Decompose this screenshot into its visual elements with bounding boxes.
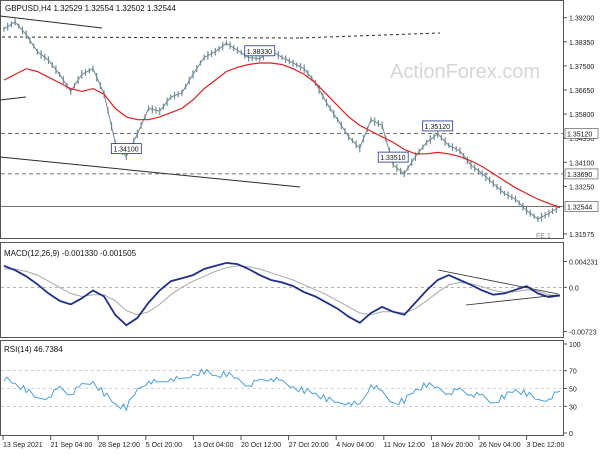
x-label-2: 28 Sep 12:00	[98, 442, 140, 449]
rsi-ytick-2: 50	[569, 387, 577, 394]
x-label-9: 18 Nov 20:00	[431, 442, 473, 449]
x-label-1: 21 Sep 04:00	[51, 442, 93, 449]
x-label-3: 5 Oct 20:00	[146, 442, 182, 449]
price-ytick-0: 1.39200	[569, 16, 594, 23]
price-ytick-6: 1.34100	[569, 160, 594, 167]
price-title: GBPUSD,H4 1.32529 1.32554 1.32502 1.3254…	[5, 4, 176, 13]
fe-annotation: FE 1	[536, 233, 551, 240]
rsi-ytick-4: 0	[569, 431, 573, 438]
x-label-0: 13 Sep 2021	[3, 442, 43, 449]
chart-window: ActionForex.com GBPUSD,H4 1.32529 1.3255…	[0, 0, 600, 450]
price-ytick-1: 1.38350	[569, 40, 594, 47]
macd-ytick-2: -0.00723	[569, 330, 597, 337]
price-marker-label-2: 1.33510	[380, 155, 405, 162]
price-ytick-7: 1.33250	[569, 184, 594, 191]
macd-title: MACD(12,26,9) -0.001330 -0.001505	[4, 249, 137, 258]
level-tag-0: 1.35120	[567, 131, 592, 138]
macd-ytick-0: 0.004231	[569, 259, 598, 266]
level-tag-1: 1.33690	[567, 172, 592, 179]
x-label-8: 11 Nov 12:00	[384, 442, 425, 449]
x-label-10: 26 Nov 04:00	[479, 442, 521, 449]
macd-ytick-1: 0.0	[569, 285, 579, 292]
x-label-7: 4 Nov 04:00	[336, 442, 374, 449]
watermark: ActionForex.com	[390, 61, 540, 83]
x-label-5: 20 Oct 12:00	[241, 442, 281, 449]
rsi-title: RSI(14) 46.7384	[4, 345, 63, 354]
x-label-11: 3 Dec 12:00	[527, 442, 565, 449]
price-ytick-4: 1.35800	[569, 112, 594, 119]
x-label-6: 27 Oct 20:00	[289, 442, 329, 449]
price-ytick-2: 1.37500	[569, 64, 594, 71]
price-ytick-8: 1.31575	[569, 232, 594, 239]
price-marker-label-0: 1.38330	[247, 49, 272, 56]
chart-svg: ActionForex.com GBPUSD,H4 1.32529 1.3255…	[0, 0, 600, 450]
price-marker-label-1: 1.34100	[113, 147, 138, 154]
rsi-ytick-1: 70	[569, 369, 577, 376]
rsi-ytick-0: 100	[569, 342, 581, 349]
level-tag-2: 1.32544	[567, 204, 592, 211]
price-ytick-3: 1.36650	[569, 88, 594, 95]
x-label-4: 13 Oct 04:00	[193, 442, 233, 449]
price-marker-label-3: 1.35120	[425, 124, 450, 131]
rsi-ytick-3: 30	[569, 404, 577, 411]
